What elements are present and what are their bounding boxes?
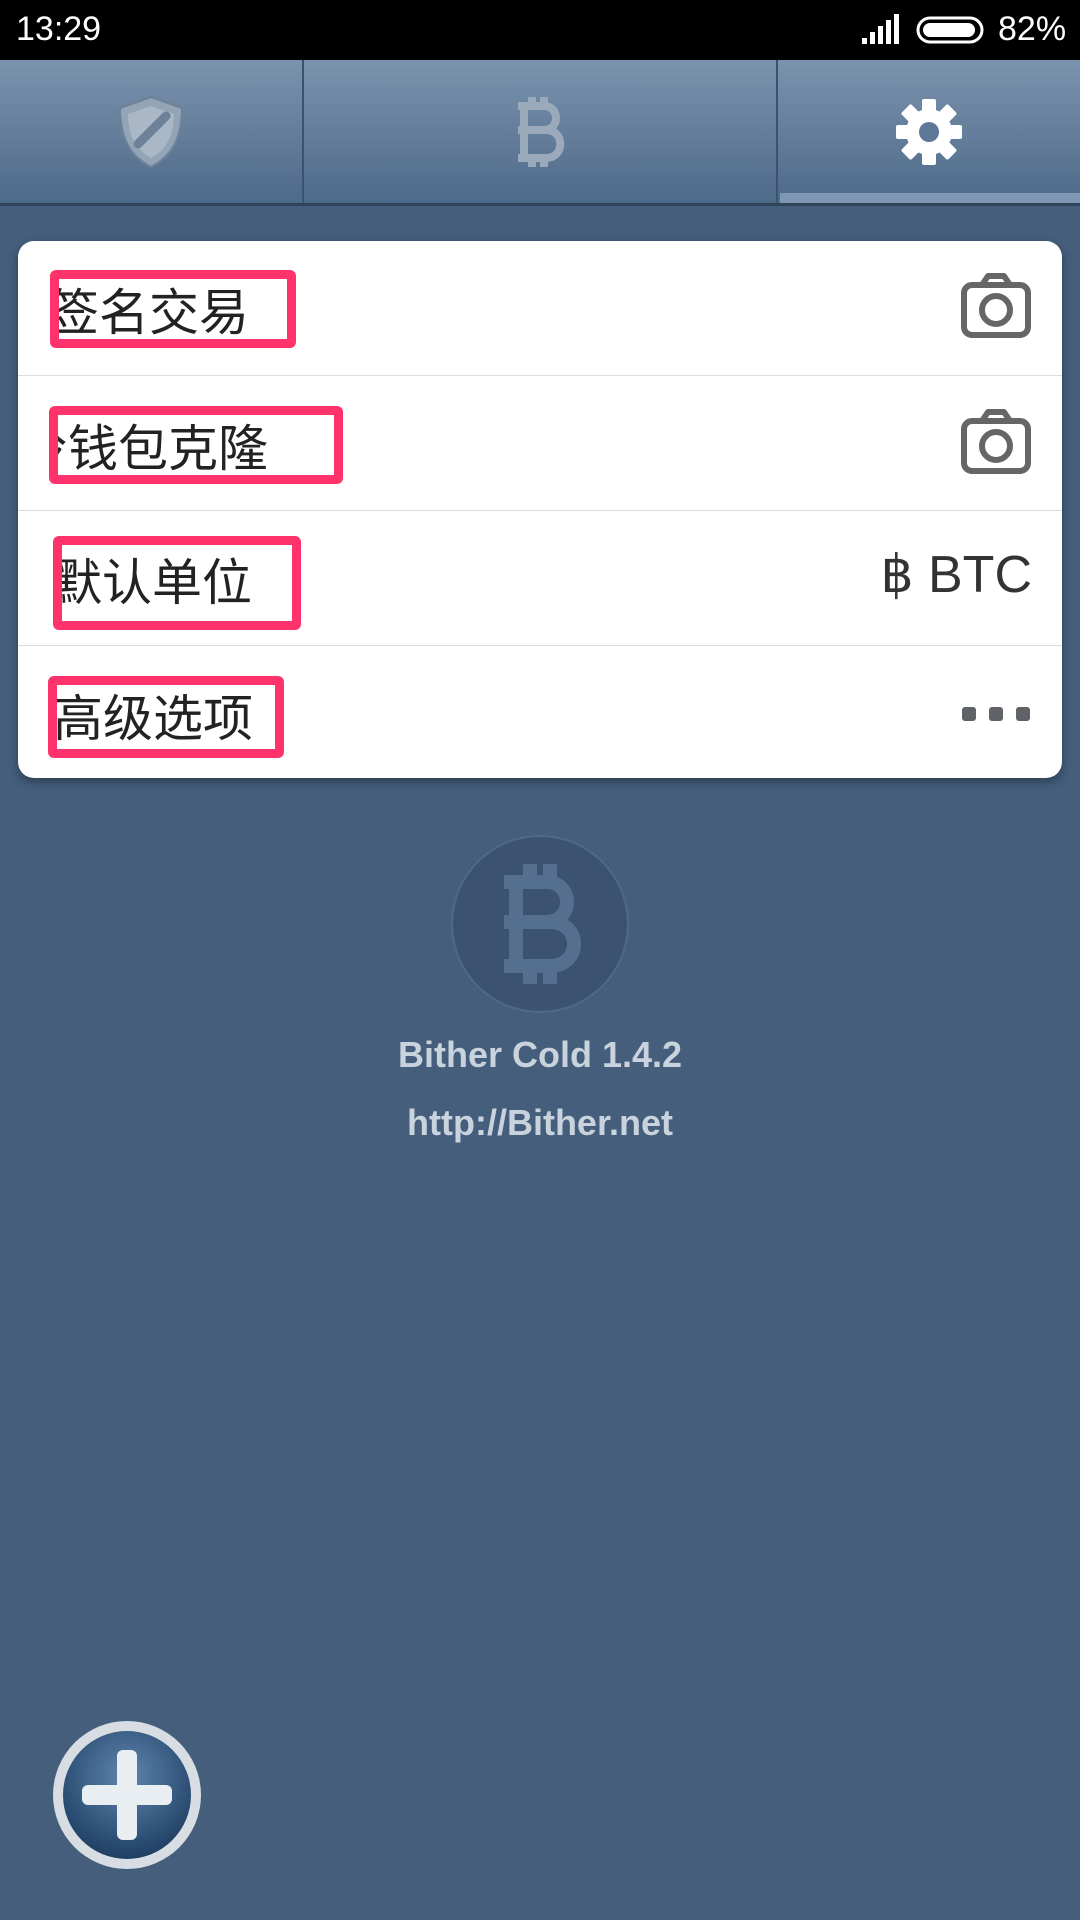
settings-list: 签名交易 冷钱包克隆 默认单位 ฿ BTC 高级选项	[18, 241, 1062, 778]
setting-advanced-options[interactable]: 高级选项	[18, 646, 1062, 778]
setting-sign-transaction[interactable]: 签名交易	[18, 241, 1062, 376]
setting-label: 高级选项	[53, 690, 253, 748]
add-button[interactable]	[50, 1718, 204, 1872]
setting-label: 冷钱包克隆	[58, 420, 268, 478]
bitcoin-icon	[518, 96, 565, 167]
website-link[interactable]: http://Bither.net	[0, 1102, 1080, 1144]
shield-icon	[118, 95, 184, 168]
label-highlight: 签名交易	[50, 270, 296, 348]
gear-icon	[896, 98, 962, 165]
app-version: Bither Cold 1.4.2	[397, 1034, 683, 1075]
setting-label: 签名交易	[50, 284, 249, 342]
tab-bar	[0, 60, 1080, 206]
label-highlight: 默认单位	[53, 536, 301, 630]
label-highlight: 冷钱包克隆	[49, 406, 343, 484]
status-bar: 13:29 82%	[0, 0, 1080, 60]
signal-icon	[862, 14, 899, 44]
camera-icon[interactable]	[960, 273, 1032, 339]
bither-logo-icon	[451, 835, 629, 1013]
setting-label: 默认单位	[53, 554, 252, 612]
default-unit-value: ฿ BTC	[880, 546, 1032, 604]
selected-tab-indicator	[780, 193, 1080, 203]
status-time: 13:29	[16, 10, 102, 48]
setting-default-unit[interactable]: 默认单位 ฿ BTC	[18, 511, 1062, 646]
label-highlight: 高级选项	[48, 676, 284, 758]
more-icon[interactable]	[960, 704, 1032, 724]
tab-cold-wallet[interactable]	[304, 60, 776, 203]
battery-icon	[916, 16, 984, 44]
setting-clone-cold-wallet[interactable]: 冷钱包克隆	[18, 376, 1062, 511]
tab-settings[interactable]	[778, 60, 1080, 203]
tab-hot-wallet[interactable]	[0, 60, 302, 203]
camera-icon[interactable]	[960, 409, 1032, 475]
battery-percentage: 82%	[998, 10, 1067, 48]
